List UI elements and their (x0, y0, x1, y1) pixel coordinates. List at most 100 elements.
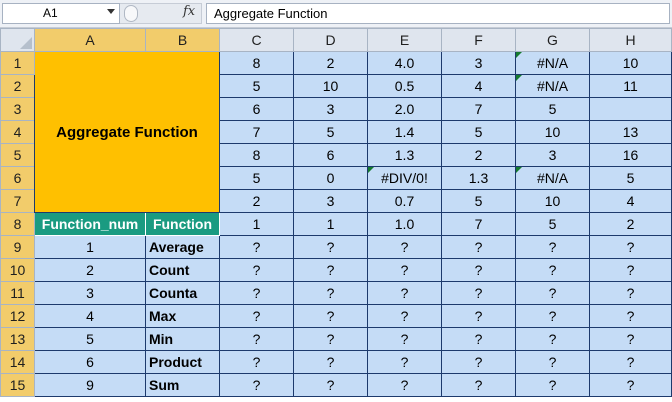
cell[interactable]: 3 (293, 97, 368, 121)
column-header-a[interactable]: A (34, 28, 146, 52)
cell[interactable]: ? (589, 235, 672, 259)
cell[interactable]: ? (441, 304, 516, 328)
function-header[interactable]: Function (145, 212, 220, 236)
cell[interactable]: #N/A (515, 51, 590, 75)
cell[interactable]: ? (515, 327, 590, 351)
cell[interactable]: ? (515, 304, 590, 328)
cell[interactable]: 1.3 (441, 166, 516, 190)
column-header-e[interactable]: E (367, 28, 442, 52)
cell[interactable]: ? (219, 327, 294, 351)
cell[interactable]: ? (441, 373, 516, 397)
cell[interactable]: 4 (589, 189, 672, 213)
cell[interactable]: 13 (589, 120, 672, 144)
cell[interactable]: ? (367, 235, 442, 259)
cell[interactable]: 0.7 (367, 189, 442, 213)
row-header-2[interactable]: 2 (0, 74, 35, 98)
cell[interactable]: 11 (589, 74, 672, 98)
function-num-cell[interactable]: 9 (34, 373, 146, 397)
cell[interactable]: ? (367, 350, 442, 374)
column-header-h[interactable]: H (589, 28, 672, 52)
cell[interactable]: 5 (589, 166, 672, 190)
function-num-cell[interactable]: 3 (34, 281, 146, 305)
insert-function-icon[interactable]: fx (183, 4, 195, 19)
row-header-7[interactable]: 7 (0, 189, 35, 213)
cell[interactable]: 3 (441, 51, 516, 75)
cell[interactable]: ? (441, 327, 516, 351)
column-header-g[interactable]: G (515, 28, 590, 52)
cell[interactable]: ? (219, 350, 294, 374)
row-header-12[interactable]: 12 (0, 304, 35, 328)
chevron-down-icon[interactable] (107, 9, 115, 14)
row-header-1[interactable]: 1 (0, 51, 35, 75)
function-name-cell[interactable]: Count (145, 258, 220, 282)
cell[interactable]: ? (589, 327, 672, 351)
column-header-b[interactable]: B (145, 28, 220, 52)
cell[interactable]: 1.0 (367, 212, 442, 236)
row-header-4[interactable]: 4 (0, 120, 35, 144)
cell[interactable]: 4.0 (367, 51, 442, 75)
cell[interactable]: ? (589, 281, 672, 305)
cell[interactable]: 6 (293, 143, 368, 167)
cell[interactable]: 10 (515, 120, 590, 144)
cell[interactable]: ? (367, 373, 442, 397)
cell[interactable] (589, 97, 672, 121)
cell[interactable]: ? (515, 350, 590, 374)
cell[interactable]: ? (367, 327, 442, 351)
cell[interactable]: 5 (515, 212, 590, 236)
row-header-10[interactable]: 10 (0, 258, 35, 282)
select-all-corner[interactable] (0, 28, 35, 52)
row-header-3[interactable]: 3 (0, 97, 35, 121)
cell[interactable]: 1.3 (367, 143, 442, 167)
cell[interactable]: 7 (441, 97, 516, 121)
cell[interactable]: ? (367, 304, 442, 328)
cell[interactable]: 0 (293, 166, 368, 190)
cell[interactable]: 5 (441, 120, 516, 144)
column-header-f[interactable]: F (441, 28, 516, 52)
cell[interactable]: 2 (293, 51, 368, 75)
cell[interactable]: ? (293, 304, 368, 328)
cell[interactable]: 5 (293, 120, 368, 144)
formula-input[interactable]: Aggregate Function (206, 3, 670, 24)
function-num-cell[interactable]: 6 (34, 350, 146, 374)
cell[interactable]: ? (219, 281, 294, 305)
cell[interactable]: 0.5 (367, 74, 442, 98)
cell[interactable]: ? (367, 281, 442, 305)
function-num-header[interactable]: Function_num (34, 212, 146, 236)
cell[interactable]: 6 (219, 97, 294, 121)
cell[interactable]: #N/A (515, 74, 590, 98)
cell[interactable]: ? (293, 258, 368, 282)
cell[interactable]: ? (589, 373, 672, 397)
cell[interactable]: ? (515, 235, 590, 259)
function-num-cell[interactable]: 4 (34, 304, 146, 328)
cell[interactable]: 10 (589, 51, 672, 75)
function-num-cell[interactable]: 1 (34, 235, 146, 259)
cell[interactable]: ? (219, 373, 294, 397)
cell[interactable]: ? (441, 281, 516, 305)
row-header-13[interactable]: 13 (0, 327, 35, 351)
row-header-11[interactable]: 11 (0, 281, 35, 305)
row-header-5[interactable]: 5 (0, 143, 35, 167)
cell[interactable]: 1 (219, 212, 294, 236)
function-name-cell[interactable]: Average (145, 235, 220, 259)
cell[interactable]: 2 (219, 189, 294, 213)
cell[interactable]: 3 (515, 143, 590, 167)
cell[interactable]: #DIV/0! (367, 166, 442, 190)
cell[interactable]: ? (293, 350, 368, 374)
row-header-14[interactable]: 14 (0, 350, 35, 374)
cell[interactable]: ? (367, 258, 442, 282)
cell[interactable]: 2 (589, 212, 672, 236)
cell[interactable]: ? (441, 350, 516, 374)
cell[interactable]: ? (589, 304, 672, 328)
row-header-15[interactable]: 15 (0, 373, 35, 397)
cell[interactable]: 2 (441, 143, 516, 167)
cell[interactable]: 1 (293, 212, 368, 236)
cell[interactable]: 5 (219, 74, 294, 98)
cell[interactable]: ? (293, 327, 368, 351)
cell[interactable]: 16 (589, 143, 672, 167)
function-num-cell[interactable]: 2 (34, 258, 146, 282)
cell[interactable]: ? (219, 304, 294, 328)
row-header-6[interactable]: 6 (0, 166, 35, 190)
cell[interactable]: ? (515, 258, 590, 282)
cell[interactable]: 3 (293, 189, 368, 213)
function-name-cell[interactable]: Counta (145, 281, 220, 305)
